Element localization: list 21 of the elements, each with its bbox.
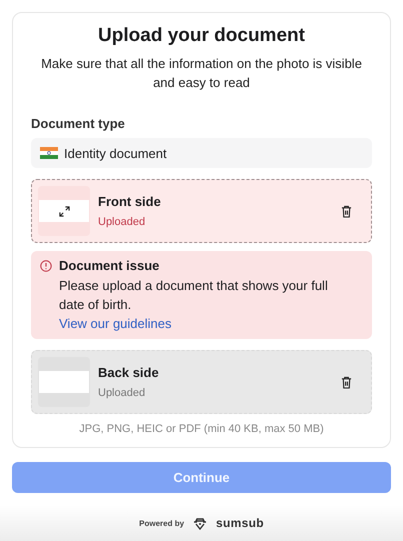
powered-by-text: Powered by: [139, 518, 184, 528]
formats-hint: JPG, PNG, HEIC or PDF (min 40 KB, max 50 MB): [78, 423, 325, 435]
upload-status: Uploaded: [98, 387, 146, 399]
instructions-text: Make sure that all the information on the photo is visible and easy to read: [40, 55, 363, 92]
alert-title: Document issue: [59, 258, 160, 273]
alert-message: Please upload a document that shows your full date of birth.: [59, 277, 329, 314]
document-thumbnail[interactable]: [38, 186, 90, 236]
expand-icon[interactable]: [58, 206, 70, 216]
side-title: Back side: [98, 365, 160, 380]
trash-icon: [341, 376, 352, 388]
side-title: Front side: [98, 194, 162, 209]
guidelines-link[interactable]: View our guidelines: [59, 316, 363, 331]
alert-icon: [40, 260, 52, 272]
upload-status: Uploaded: [98, 216, 146, 228]
brand-name: sumsub: [216, 516, 264, 530]
document-type-field[interactable]: Identity document: [31, 138, 372, 168]
trash-icon: [341, 204, 352, 218]
field-label: Document type: [31, 116, 126, 131]
document-thumbnail[interactable]: [38, 357, 90, 407]
flag-icon: [40, 147, 58, 159]
page-title: Upload your document: [97, 25, 306, 47]
